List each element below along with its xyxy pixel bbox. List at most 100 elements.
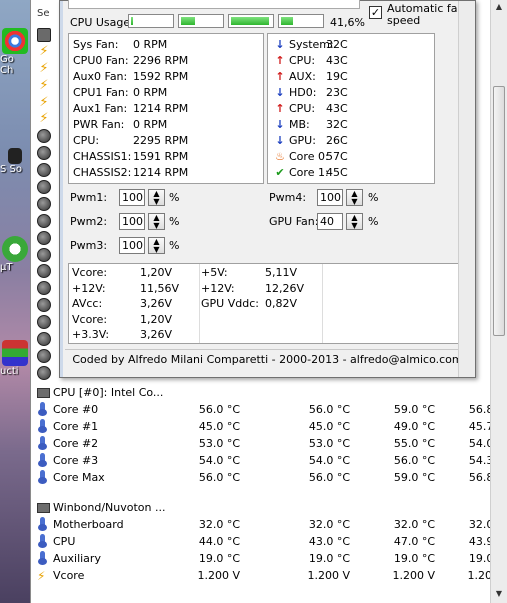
cpu-usage-fill [281,17,293,25]
thermometer-icon [37,402,49,416]
arrow-up-icon: ↑ [275,102,285,115]
voltage-value: 1,20V [140,266,173,279]
cpu-chip-icon [37,385,50,399]
arrow-down-icon: ↓ [275,118,285,131]
fan-window-scrollbar[interactable] [458,1,475,377]
table-row[interactable]: Core #2 53.0 °C 53.0 °C 55.0 °C 54.0 °C [35,435,507,452]
table-row[interactable]: CPU 44.0 °C 43.0 °C 47.0 °C 43.9 °C [35,533,507,550]
arrow-up-icon: ↑ [275,54,285,67]
value-cell: 54.0 °C [198,454,240,467]
sensor-label: Vcore [53,569,85,582]
value-cell: 1.200 V [197,569,240,582]
cpu-usage-fill [231,17,269,25]
fan-label: CHASSIS1: [73,150,132,163]
tree-group-row[interactable]: CPU [#0]: Intel Co... [35,384,487,401]
fan-label: Aux0 Fan: [73,70,128,83]
pwm4-input[interactable]: 100 [317,189,343,206]
voltage-value: 1,20V [140,312,173,326]
scroll-up-arrow-icon[interactable]: ▲ [493,2,505,14]
vertical-scrollbar[interactable]: ▲ ▼ [490,0,507,603]
table-row[interactable]: Auxiliary 19.0 °C 19.0 °C 19.0 °C 19.0 °C [35,550,507,567]
temp-value: 32C [326,118,348,131]
voltage-bolt-icon: ⚡ [39,111,49,127]
max-cell: 56.0 °C [393,454,435,467]
min-cell: 45.0 °C [308,420,350,433]
table-row[interactable]: Core #1 45.0 °C 45.0 °C 49.0 °C 45.7 °C [35,418,507,435]
pwm1-input[interactable]: 100 [119,189,145,206]
pwm2-spinner-icon[interactable]: ▲ ▼ [148,213,165,230]
sensor-label: Auxiliary [53,552,101,565]
value-cell: 56.0 °C [198,403,240,416]
temp-label: CPU: [289,54,316,67]
temp-value: 19C [326,70,348,83]
sensor-label: Winbond/Nuvoton ... [53,501,166,514]
sensor-label: CPU [#0]: Intel Co... [53,386,164,399]
voltage-bolt-icon: ⚡ [39,43,49,59]
thermometer-icon [37,534,49,548]
log-box [68,0,360,9]
pwm3-input[interactable]: 100 [119,237,145,254]
voltage-label: Vcore: [72,266,108,279]
utorrent-icon [2,236,28,262]
sensor-label: Core #2 [53,437,99,450]
fan-disc-icon [37,315,51,330]
desktop-icon-chrome[interactable]: Go Ch [0,28,30,76]
cpu-usage-label: CPU Usage [70,16,131,29]
desktop-icon-archive[interactable]: ucti [0,340,30,377]
voltage-value: 12,26V [265,281,305,295]
sensor-icon-column: ⚡ ⚡ ⚡ ⚡ ⚡ [37,28,53,383]
pwm4-label: Pwm4: [269,191,307,204]
desktop-icon-2[interactable]: S So [0,148,30,175]
fan-rpm-value: 1214 RPM [133,166,189,179]
table-row[interactable]: Core Max 56.0 °C 56.0 °C 59.0 °C 56.8 °C [35,469,507,486]
temp-label: MB: [289,118,310,131]
pwm3-spinner-icon[interactable]: ▲ ▼ [148,237,165,254]
voltages-divider [322,264,323,343]
chip-icon [37,28,51,42]
table-row[interactable]: Core #0 56.0 °C 56.0 °C 59.0 °C 56.8 °C [35,401,507,418]
cpu-usage-bar [128,14,174,28]
desktop-icon-utorrent[interactable]: µT [0,236,30,273]
desktop-icon-label: µT [0,262,13,273]
fan-disc-icon [37,332,51,347]
window-edge [60,1,63,377]
thermometer-icon [37,419,49,433]
cpu-usage-fill [181,17,195,25]
max-cell: 49.0 °C [393,420,435,433]
fan-label: CPU1 Fan: [73,86,129,99]
pwm4-spinner-icon[interactable]: ▲ ▼ [346,189,363,206]
pwm3-label: Pwm3: [70,239,108,252]
thermometer-icon [37,517,49,531]
sensor-label: Core #0 [53,403,99,416]
pwm2-input[interactable]: 100 [119,213,145,230]
table-row[interactable]: Core #3 54.0 °C 54.0 °C 56.0 °C 54.3 °C [35,452,507,469]
tree-group-row[interactable]: Winbond/Nuvoton ... [35,499,487,516]
scroll-down-arrow-icon[interactable]: ▼ [493,589,505,601]
voltage-value: 11,56V [140,281,180,295]
arrow-down-icon: ↓ [275,134,285,147]
gpu-fan-input[interactable]: 40 [317,213,343,230]
voltage-value: 3,26V [140,328,173,341]
gpu-fan-spinner-icon[interactable]: ▲ ▼ [346,213,363,230]
pwm1-spinner-icon[interactable]: ▲ ▼ [148,189,165,206]
voltage-value: 5,11V [265,266,298,279]
voltage-label: +3.3V: [72,328,110,341]
sensor-label: Core Max [53,471,105,484]
fan-disc-icon [37,180,51,195]
pwm1-unit: % [169,191,180,204]
min-cell: 43.0 °C [308,535,350,548]
gpu-fan-label: GPU Fan: [269,215,319,228]
fan-disc-icon [37,365,51,380]
min-cell: 56.0 °C [308,471,350,484]
scrollbar-thumb[interactable] [493,86,505,336]
checkbox-checked-icon[interactable]: ✓ [369,6,382,19]
sensor-tree[interactable]: CPU [#0]: Intel Co... Core #0 56.0 °C 56.0 … [35,384,507,584]
thermometer-icon [37,470,49,484]
temp-label: GPU: [289,134,316,147]
table-row[interactable]: ⚡ Vcore 1.200 V 1.200 V 1.200 V 1.200 V [35,567,507,584]
table-row[interactable]: Motherboard 32.0 °C 32.0 °C 32.0 °C 32.0 °C [35,516,507,533]
cpu-usage-percent: 41,6% [330,16,365,29]
voltage-label: +12V: [201,281,235,295]
min-cell: 1.200 V [307,569,350,582]
